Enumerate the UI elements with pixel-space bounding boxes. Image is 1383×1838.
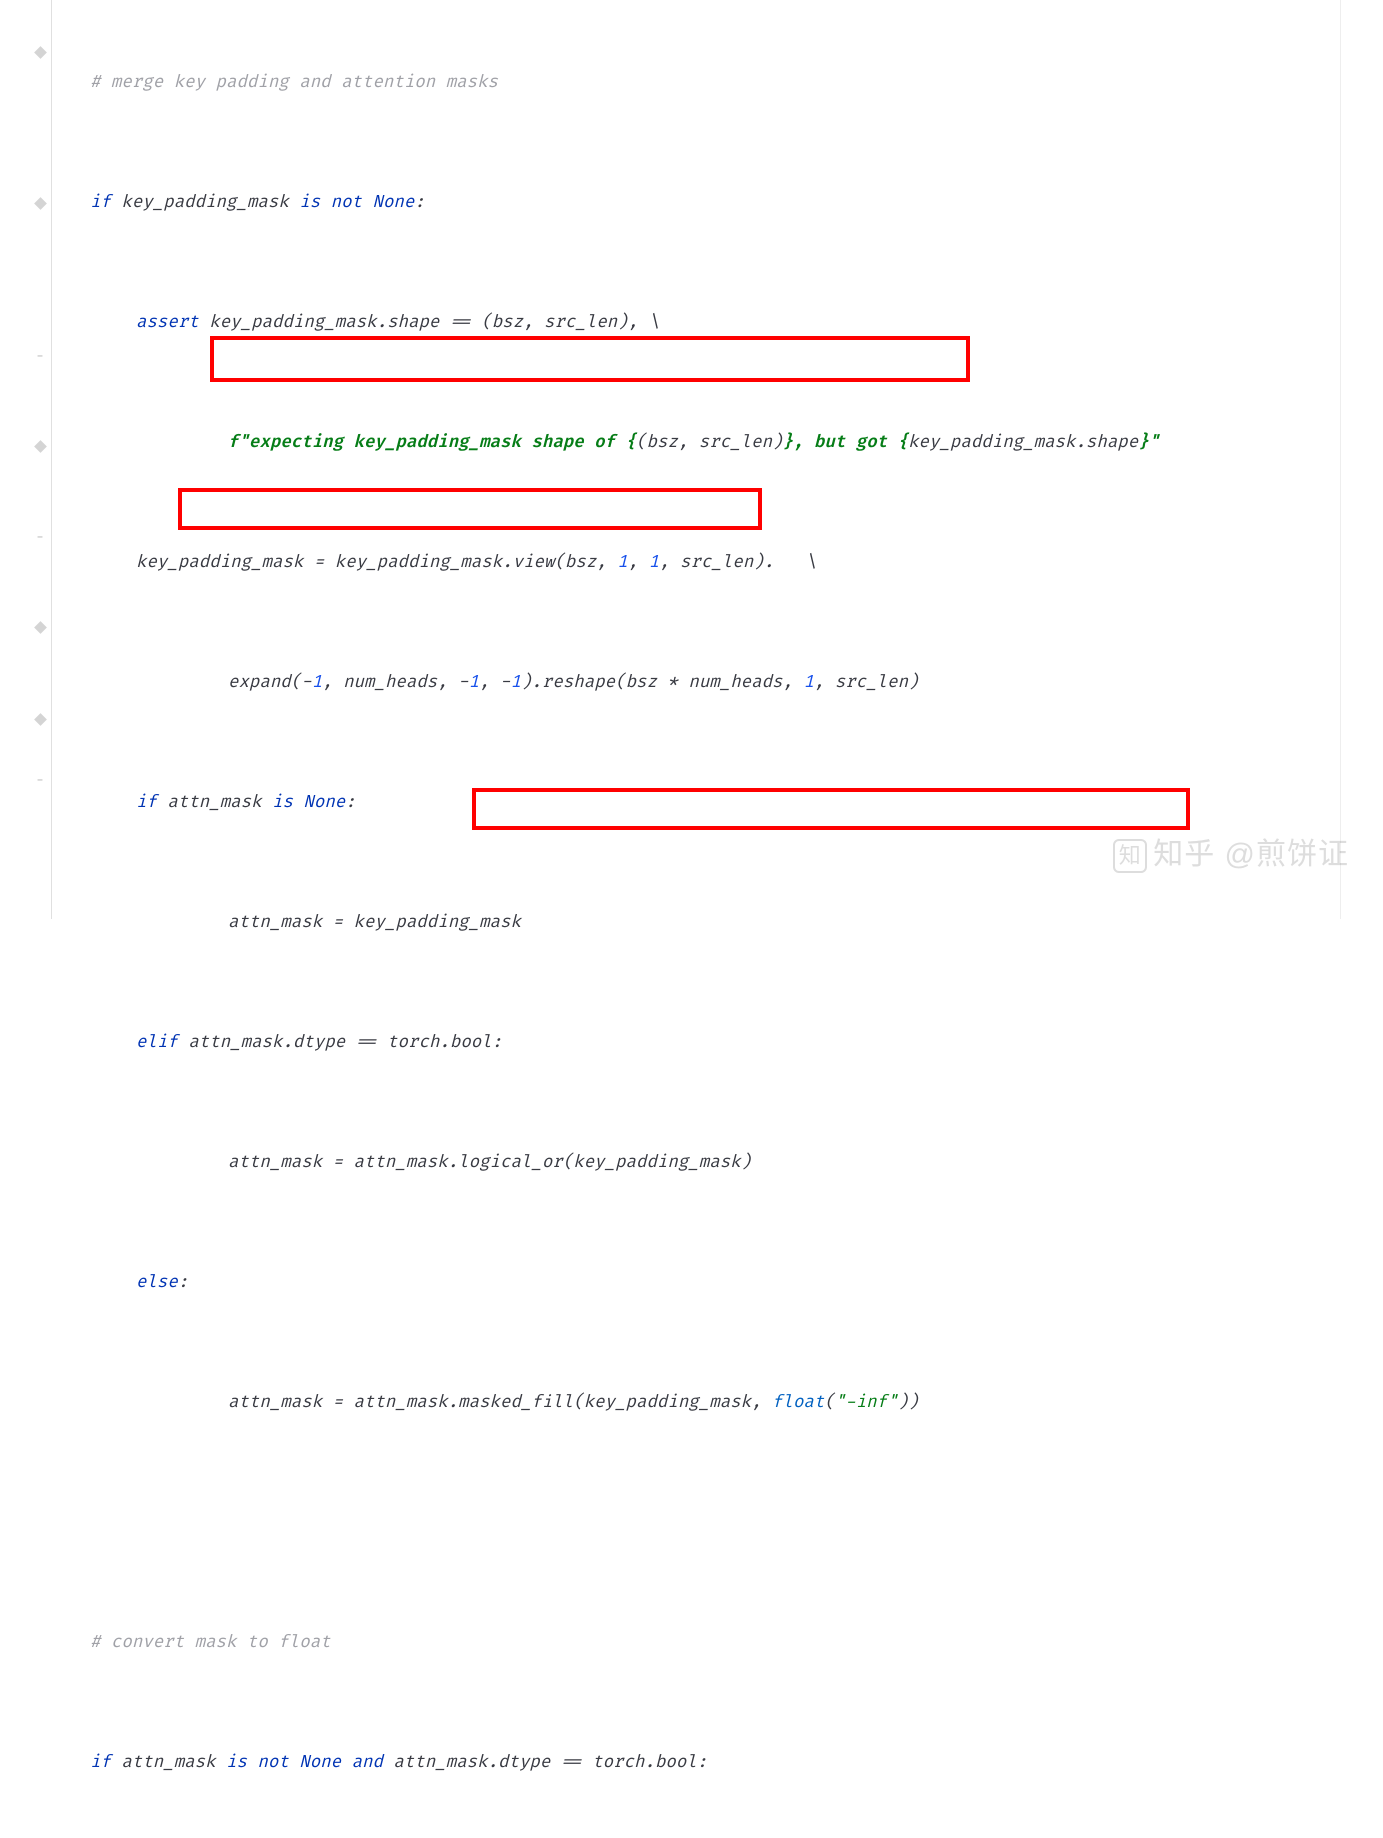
gutter-fold-icon[interactable] [33,197,47,209]
code-line: attn_mask = attn_mask.masked_fill(key_pa… [52,1388,1340,1418]
editor-right-margin [1340,0,1341,919]
code-line: if attn_mask is not None and attn_mask.d… [52,1748,1340,1778]
code-line: elif attn_mask.dtype == torch.bool: [52,1028,1340,1058]
code-line: attn_mask = attn_mask.logical_or(key_pad… [52,1148,1340,1178]
code-line: attn_mask = key_padding_mask [52,908,1340,938]
editor-gutter: − − − [0,0,52,919]
code-editor[interactable]: # merge key padding and attention masks … [52,0,1340,919]
gutter-fold-icon[interactable] [33,713,47,725]
code-line: else: [52,1268,1340,1298]
code-line: key_padding_mask = key_padding_mask.view… [52,548,1340,578]
code-line: assert key_padding_mask.shape == (bsz, s… [52,308,1340,338]
gutter-collapse-icon[interactable]: − [33,350,47,362]
code-line: if attn_mask is None: [52,788,1340,818]
gutter-collapse-icon[interactable]: − [33,531,47,543]
code-line: f"expecting key_padding_mask shape of {(… [52,428,1340,458]
code-line: expand(-1, num_heads, -1, -1).reshape(bs… [52,668,1340,698]
gutter-fold-icon[interactable] [33,46,47,58]
code-line: if key_padding_mask is not None: [52,188,1340,218]
gutter-fold-icon[interactable] [33,621,47,633]
code-comment: # convert mask to float [90,1632,331,1653]
code-comment: # merge key padding and attention masks [90,72,498,93]
gutter-fold-icon[interactable] [33,440,47,452]
gutter-collapse-icon[interactable]: − [33,774,47,786]
